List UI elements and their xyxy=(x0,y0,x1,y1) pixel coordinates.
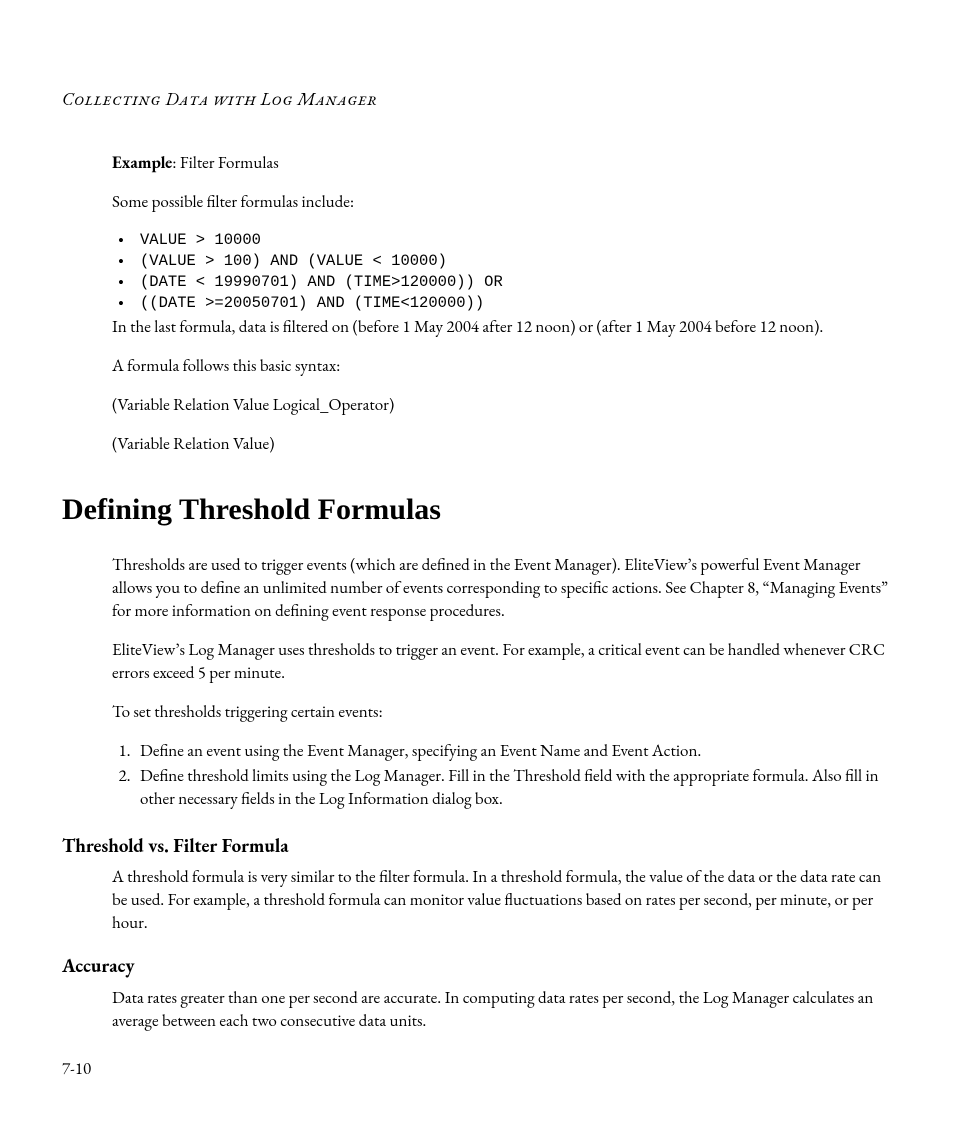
list-item: ((DATE >=20050701) AND (TIME<120000)) xyxy=(112,293,894,314)
section-title: Defining Threshold Formulas xyxy=(62,490,894,531)
example-after: In the last formula, data is filtered on… xyxy=(112,316,894,339)
running-head: Collecting Data with Log Manager xyxy=(62,88,894,112)
steps-list: Define an event using the Event Manager,… xyxy=(112,740,894,811)
syntax-line-2: (Variable Relation Value) xyxy=(112,433,894,456)
subheading-threshold-vs-filter: Threshold vs. Filter Formula xyxy=(62,833,894,859)
list-item: Define an event using the Event Manager,… xyxy=(134,740,894,763)
page: Collecting Data with Log Manager Example… xyxy=(0,0,954,1145)
example-label: Example: Filter Formulas xyxy=(112,152,894,175)
section-p1: Thresholds are used to trigger events (w… xyxy=(112,554,894,623)
sub1-body: A threshold formula is very similar to t… xyxy=(112,866,894,935)
section-p2: EliteView’s Log Manager uses thresholds … xyxy=(112,639,894,685)
list-item: VALUE > 10000 xyxy=(112,230,894,251)
list-item: Define threshold limits using the Log Ma… xyxy=(134,765,894,811)
example-block: Example: Filter Formulas Some possible f… xyxy=(112,152,894,455)
sub2-body: Data rates greater than one per second a… xyxy=(112,987,894,1033)
example-bullets: VALUE > 10000 (VALUE > 100) AND (VALUE <… xyxy=(112,230,894,314)
syntax-intro: A formula follows this basic syntax: xyxy=(112,355,894,378)
page-number: 7-10 xyxy=(62,1058,91,1081)
sub1-body-wrap: A threshold formula is very similar to t… xyxy=(112,866,894,935)
example-intro: Some possible filter formulas include: xyxy=(112,191,894,214)
section-body: Thresholds are used to trigger events (w… xyxy=(112,554,894,810)
sub2-body-wrap: Data rates greater than one per second a… xyxy=(112,987,894,1033)
list-item: (VALUE > 100) AND (VALUE < 10000) xyxy=(112,251,894,272)
example-label-bold: Example xyxy=(112,152,172,174)
list-item: (DATE < 19990701) AND (TIME>120000)) OR xyxy=(112,272,894,293)
example-label-rest: : Filter Formulas xyxy=(172,152,278,174)
subheading-accuracy: Accuracy xyxy=(62,953,894,979)
syntax-line-1: (Variable Relation Value Logical_Operato… xyxy=(112,394,894,417)
section-p3: To set thresholds triggering certain eve… xyxy=(112,701,894,724)
